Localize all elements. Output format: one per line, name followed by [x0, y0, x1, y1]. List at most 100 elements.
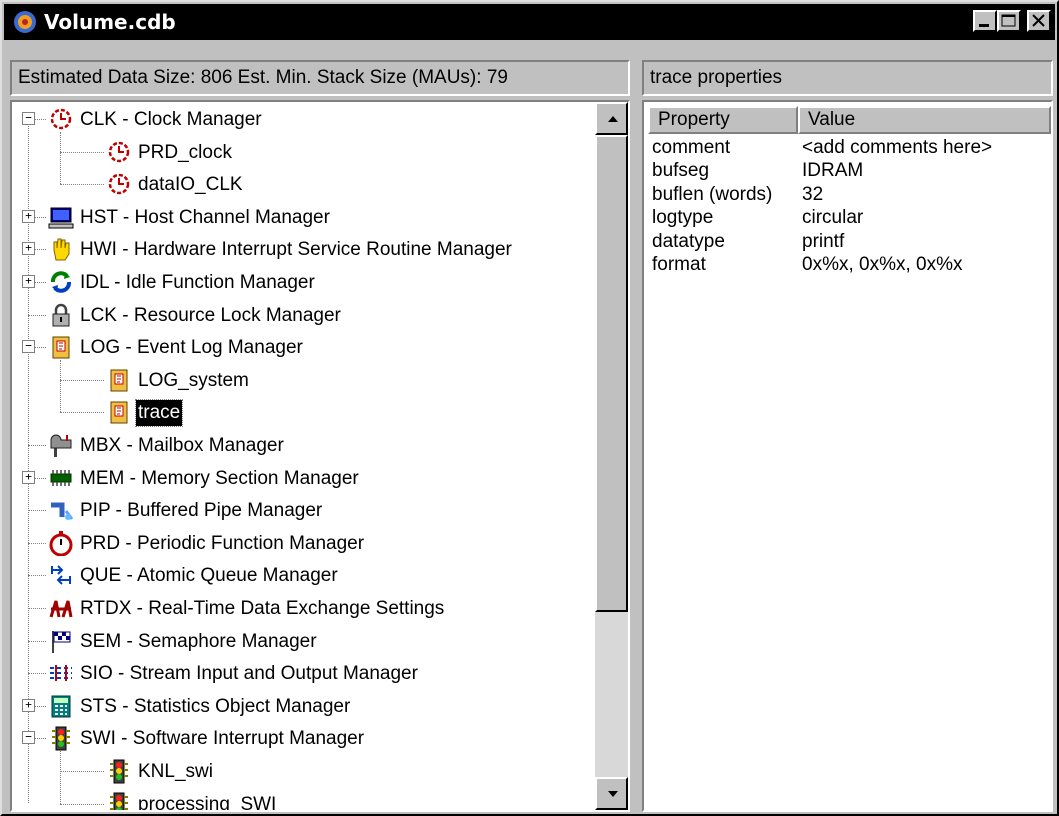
scrollbar-thumb[interactable]: [595, 135, 628, 612]
scroll-down-button[interactable]: [595, 777, 628, 810]
tree-node[interactable]: + HWI - Hardware Interrupt Service Routin…: [12, 234, 592, 266]
scroll-up-button[interactable]: [595, 102, 628, 135]
tree-node-label[interactable]: LOG - Event Log Manager: [78, 335, 305, 361]
tree-node-label[interactable]: PIP - Buffered Pipe Manager: [78, 498, 324, 524]
property-value[interactable]: <add comments here>: [802, 136, 992, 160]
tree-node[interactable]: LCK - Resource Lock Manager: [12, 300, 592, 332]
tree-node-label[interactable]: LOG_system: [136, 368, 251, 394]
traffic-light-icon: [106, 791, 132, 810]
expand-toggle[interactable]: +: [22, 275, 35, 288]
tree-node[interactable]: QUE - Atomic Queue Manager: [12, 560, 592, 592]
close-button[interactable]: [1027, 10, 1051, 32]
tree-node-label[interactable]: MEM - Memory Section Manager: [78, 466, 361, 492]
property-row[interactable]: datatype printf: [652, 230, 1047, 254]
property-name: logtype: [652, 207, 714, 229]
tree-node-label[interactable]: HWI - Hardware Interrupt Service Routine…: [78, 237, 514, 263]
column-header-value[interactable]: Value: [798, 106, 1051, 134]
properties-list[interactable]: Property Value comment <add comments here…: [642, 100, 1053, 812]
vertical-scrollbar[interactable]: [595, 102, 628, 810]
title-bar[interactable]: Volume.cdb: [4, 4, 1055, 40]
tree-node-label[interactable]: dataIO_CLK: [136, 172, 245, 198]
tree-node-label[interactable]: MBX - Mailbox Manager: [78, 433, 286, 459]
tree-node[interactable]: PIP - Buffered Pipe Manager: [12, 495, 592, 527]
property-row[interactable]: logtype circular: [652, 206, 1047, 230]
tree-node-label[interactable]: LCK - Resource Lock Manager: [78, 303, 343, 329]
log-book-icon: [48, 334, 74, 360]
collapse-toggle[interactable]: −: [22, 731, 35, 745]
close-icon: [1032, 14, 1045, 27]
down-arrow-icon: [608, 791, 618, 797]
tree-node[interactable]: SIO - Stream Input and Output Manager: [12, 658, 592, 690]
up-arrow-icon: [608, 116, 618, 122]
property-name: bufseg: [652, 160, 710, 182]
property-value[interactable]: circular: [802, 206, 863, 230]
tree-node[interactable]: KNL_swi: [12, 756, 592, 788]
app-icon: [14, 11, 36, 33]
collapse-toggle[interactable]: −: [22, 340, 35, 354]
property-row[interactable]: comment <add comments here>: [652, 136, 1047, 160]
mailbox-icon: [48, 432, 74, 458]
log-book-icon: [106, 367, 132, 393]
tree-node-label[interactable]: KNL_swi: [136, 759, 215, 785]
tree-node-label[interactable]: STS - Statistics Object Manager: [78, 694, 352, 720]
module-tree[interactable]: − CLK - Clock Manager PRD_clock dataIO_CLK +…: [10, 100, 630, 812]
property-value[interactable]: 0x%x, 0x%x, 0x%x: [802, 253, 963, 277]
property-name: buflen (words): [652, 183, 773, 205]
tree-node[interactable]: SEM - Semaphore Manager: [12, 626, 592, 658]
tree-node[interactable]: + HST - Host Channel Manager: [12, 202, 592, 234]
tree-node-label[interactable]: SWI - Software Interrupt Manager: [78, 726, 366, 752]
tree-node[interactable]: − CLK - Clock Manager: [12, 104, 592, 136]
tree-node-label[interactable]: IDL - Idle Function Manager: [78, 270, 317, 296]
tree-node-label[interactable]: RTDX - Real-Time Data Exchange Settings: [78, 596, 446, 622]
property-value[interactable]: printf: [802, 230, 844, 254]
maximize-button[interactable]: [997, 10, 1021, 32]
tree-node[interactable]: RTDX - Real-Time Data Exchange Settings: [12, 593, 592, 625]
tree-node[interactable]: − LOG - Event Log Manager: [12, 332, 592, 364]
clock-icon: [106, 139, 132, 165]
right-pane: trace properties Property Value comment <…: [642, 60, 1053, 812]
tree-node[interactable]: MBX - Mailbox Manager: [12, 430, 592, 462]
app-window: Volume.cdb Estimated Data Size: 806 Est.…: [0, 0, 1059, 816]
tree-node-label[interactable]: QUE - Atomic Queue Manager: [78, 563, 340, 589]
pipe-icon: [48, 497, 74, 523]
tree-node[interactable]: LOG_system: [12, 365, 592, 397]
tree-node[interactable]: processing_SWI: [12, 789, 592, 810]
minimize-button[interactable]: [973, 10, 997, 32]
tree-node-label-selected[interactable]: trace: [134, 399, 184, 428]
tree-node-label[interactable]: SEM - Semaphore Manager: [78, 629, 319, 655]
tree-node-label[interactable]: processing_SWI: [136, 792, 278, 810]
data-size-header: Estimated Data Size: 806 Est. Min. Stack…: [10, 60, 630, 96]
stopwatch-icon: [48, 530, 74, 557]
property-row[interactable]: bufseg IDRAM: [652, 159, 1047, 183]
expand-toggle[interactable]: +: [22, 698, 35, 712]
padlock-icon: [48, 302, 74, 328]
calculator-icon: [48, 693, 74, 719]
tree-node[interactable]: dataIO_CLK: [12, 169, 592, 201]
expand-toggle[interactable]: +: [22, 470, 35, 484]
column-header-property[interactable]: Property: [648, 106, 798, 134]
tree-node-label[interactable]: SIO - Stream Input and Output Manager: [78, 661, 420, 687]
property-row[interactable]: buflen (words) 32: [652, 183, 1047, 207]
memory-chip-icon: [48, 465, 74, 491]
queue-arrows-icon: [48, 562, 74, 588]
tree-node[interactable]: PRD - Periodic Function Manager: [12, 528, 592, 560]
tree-node[interactable]: + STS - Statistics Object Manager: [12, 691, 592, 723]
tree-node[interactable]: − SWI - Software Interrupt Manager: [12, 723, 592, 755]
expand-toggle[interactable]: +: [22, 209, 35, 223]
property-value[interactable]: 32: [802, 183, 823, 207]
tree-node[interactable]: + IDL - Idle Function Manager: [12, 267, 592, 299]
tree-node-label[interactable]: CLK - Clock Manager: [78, 107, 264, 133]
tree-node-label[interactable]: PRD_clock: [136, 140, 234, 166]
log-book-icon: [106, 399, 132, 425]
property-value[interactable]: IDRAM: [802, 159, 863, 183]
collapse-toggle[interactable]: −: [22, 112, 35, 125]
tree-node[interactable]: trace: [12, 397, 592, 429]
property-name: format: [652, 254, 706, 275]
computer-icon: [48, 204, 74, 230]
tree-node[interactable]: PRD_clock: [12, 137, 592, 169]
tree-node[interactable]: + MEM - Memory Section Manager: [12, 463, 592, 495]
property-row[interactable]: format 0x%x, 0x%x, 0x%x: [652, 253, 1047, 277]
tree-node-label[interactable]: PRD - Periodic Function Manager: [78, 531, 366, 557]
expand-toggle[interactable]: +: [22, 242, 35, 256]
tree-node-label[interactable]: HST - Host Channel Manager: [78, 205, 332, 231]
